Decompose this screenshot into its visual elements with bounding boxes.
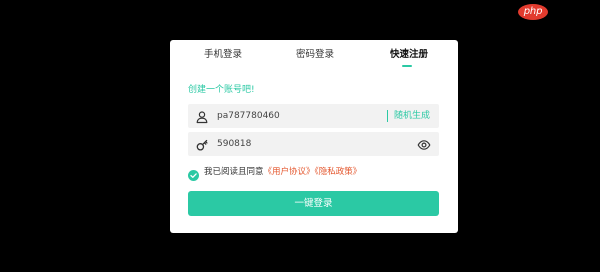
php-watermark: php (518, 4, 548, 20)
account-field[interactable]: pa787780460 随机生成 (188, 104, 439, 128)
password-field[interactable]: 590818 (188, 132, 439, 156)
user-agreement-link[interactable]: 《用户协议》 (264, 167, 315, 177)
screen: php 手机登录 密码登录 快速注册 创建一个账号吧! pa787780460 … (0, 0, 600, 272)
register-dialog: 手机登录 密码登录 快速注册 创建一个账号吧! pa787780460 随机生成 (170, 40, 458, 233)
checkmark-icon[interactable] (188, 166, 199, 181)
eye-icon[interactable] (417, 137, 431, 151)
random-generate-button[interactable]: 随机生成 (394, 110, 430, 122)
password-input[interactable]: 590818 (217, 138, 251, 150)
agreement-prefix: 我已阅读且同意 (204, 167, 264, 177)
privacy-policy-link[interactable]: 《隐私政策》 (315, 167, 362, 177)
tab-phone-login[interactable]: 手机登录 (204, 49, 242, 61)
tab-password-login[interactable]: 密码登录 (296, 49, 334, 61)
agreement-text: 我已阅读且同意《用户协议》《隐私政策》 (204, 166, 361, 178)
tab-bar: 手机登录 密码登录 快速注册 (170, 40, 458, 72)
tab-quick-register[interactable]: 快速注册 (390, 49, 428, 61)
account-input[interactable]: pa787780460 (217, 110, 280, 122)
active-tab-indicator (402, 65, 412, 67)
key-icon (195, 137, 209, 151)
one-click-login-button[interactable]: 一键登录 (188, 191, 439, 216)
user-icon (195, 109, 209, 124)
field-divider (387, 110, 388, 122)
form-subtitle: 创建一个账号吧! (188, 85, 255, 95)
